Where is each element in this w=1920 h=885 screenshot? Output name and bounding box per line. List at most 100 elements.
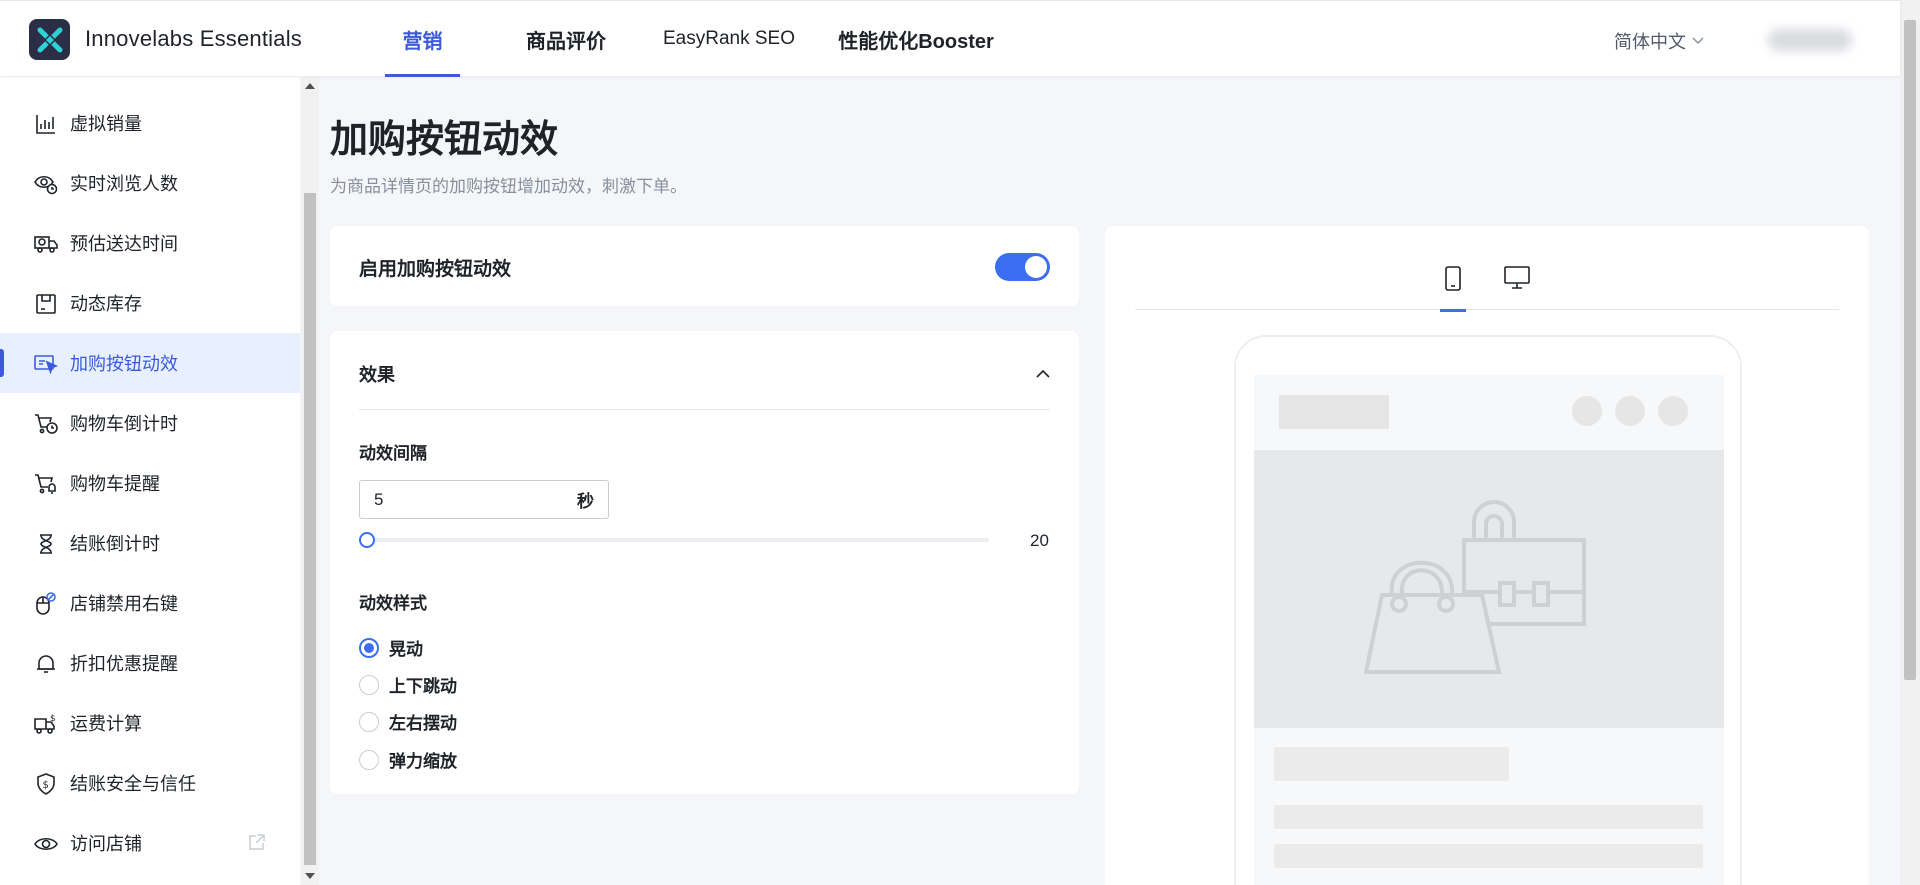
eye-icon [34, 832, 58, 856]
scrollbar-thumb[interactable] [304, 193, 316, 865]
bar-chart-icon [34, 112, 58, 136]
svg-text:$: $ [50, 714, 56, 724]
shield-dollar-icon: $ [34, 772, 58, 796]
sidebar-item-label: 购物车倒计时 [70, 414, 178, 434]
hourglass-icon [34, 532, 58, 556]
radio-button[interactable] [359, 637, 379, 658]
cart-clock-icon [34, 412, 58, 436]
mock-text-line [1274, 844, 1703, 868]
sidebar-scrollbar[interactable] [301, 77, 319, 885]
inventory-box-icon [34, 292, 58, 316]
mouse-block-icon [34, 592, 58, 616]
sidebar-item-delivery-time[interactable]: 预估送达时间 [0, 213, 300, 273]
sidebar-item-cart-reminder[interactable]: 购物车提醒 [0, 453, 300, 513]
sidebar-item-label: 动态库存 [70, 294, 142, 314]
divider [359, 409, 1050, 410]
tab-easyrank-seo[interactable]: EasyRank SEO [660, 1, 798, 77]
user-avatar[interactable] [1768, 29, 1852, 51]
interval-value: 5 [374, 489, 384, 509]
chevron-down-icon [1692, 37, 1704, 44]
external-link-icon[interactable] [248, 833, 266, 856]
style-label: 动效样式 [359, 594, 427, 613]
sidebar-item-cart-countdown[interactable]: 购物车倒计时 [0, 393, 300, 453]
truck-dollar-icon: $ [34, 712, 58, 736]
interval-input[interactable]: 5 秒 [359, 480, 609, 519]
x-logo-icon[interactable] [29, 19, 70, 60]
tab-product-reviews[interactable]: 商品评价 [502, 1, 630, 77]
page-title: 加购按钮动效 [330, 119, 559, 161]
language-label: 简体中文 [1614, 32, 1686, 52]
sidebar-item-virtual-sales[interactable]: 虚拟销量 [0, 93, 300, 153]
device-tabs [1135, 226, 1839, 312]
interval-label: 动效间隔 [359, 444, 427, 463]
bell-icon [34, 652, 58, 676]
enable-toggle[interactable] [995, 253, 1050, 281]
chevron-up-icon[interactable] [1036, 365, 1050, 383]
radio-button[interactable] [359, 674, 379, 695]
radio-label: 晃动 [389, 640, 423, 659]
mobile-icon [1445, 266, 1461, 291]
scroll-down-arrow-icon[interactable] [305, 873, 315, 879]
language-select[interactable]: 简体中文 [1614, 28, 1704, 54]
scroll-up-arrow-icon[interactable] [305, 83, 315, 89]
sidebar-item-live-viewers[interactable]: 实时浏览人数 [0, 153, 300, 213]
toggle-knob [1025, 256, 1047, 278]
interval-slider-track[interactable] [367, 538, 989, 542]
radio-button[interactable] [359, 711, 379, 732]
sidebar-item-checkout-countdown[interactable]: 结账倒计时 [0, 513, 300, 573]
eye-clock-icon [34, 172, 58, 196]
sidebar-item-dynamic-inventory[interactable]: 动态库存 [0, 273, 300, 333]
slider-max-label: 20 [1030, 531, 1049, 550]
mock-title-bar [1274, 747, 1509, 781]
radio-label: 上下跳动 [389, 677, 457, 696]
mobile-preview-tab[interactable] [1440, 266, 1466, 312]
sidebar-item-visit-store[interactable]: 访问店铺 [0, 813, 300, 873]
sidebar: 虚拟销量 实时浏览人数 预估送达时间 动态库存 加购按钮动效 购物车倒计时 购物… [0, 77, 300, 885]
sidebar-item-cart-button-animation[interactable]: 加购按钮动效 [0, 333, 300, 393]
cursor-button-icon [34, 352, 58, 376]
sidebar-item-label: 实时浏览人数 [70, 174, 178, 194]
radio-label: 左右摆动 [389, 714, 457, 733]
enable-label: 启用加购按钮动效 [359, 259, 512, 280]
shopping-bags-icon [1364, 500, 1586, 674]
phone-mockup [1234, 335, 1742, 885]
mock-product-image [1254, 450, 1724, 728]
interval-slider-handle[interactable] [359, 532, 375, 548]
radio-swing[interactable]: 左右摆动 [359, 709, 457, 734]
tab-booster[interactable]: 性能优化Booster [836, 1, 996, 77]
cart-bell-icon [34, 472, 58, 496]
preview-card [1105, 226, 1869, 885]
sidebar-item-label: 结账安全与信任 [70, 774, 196, 794]
sidebar-item-discount-reminder[interactable]: 折扣优惠提醒 [0, 633, 300, 693]
radio-elastic-scale[interactable]: 弹力缩放 [359, 747, 457, 772]
truck-clock-icon [34, 232, 58, 256]
sidebar-item-label: 店铺禁用右键 [70, 594, 178, 614]
mock-icon [1615, 396, 1645, 426]
page-scrollbar[interactable] [1900, 0, 1920, 885]
radio-label: 弹力缩放 [389, 752, 457, 771]
tab-marketing[interactable]: 营销 [385, 1, 460, 77]
sidebar-item-label: 加购按钮动效 [70, 354, 178, 374]
sidebar-item-checkout-trust[interactable]: $ 结账安全与信任 [0, 753, 300, 813]
radio-button[interactable] [359, 749, 379, 770]
mock-icon [1658, 396, 1688, 426]
sidebar-item-disable-right-click[interactable]: 店铺禁用右键 [0, 573, 300, 633]
sidebar-item-label: 虚拟销量 [70, 114, 142, 134]
mock-text-line [1274, 805, 1703, 829]
interval-unit: 秒 [577, 492, 594, 511]
enable-card: 启用加购按钮动效 [330, 226, 1079, 306]
effect-section-title: 效果 [359, 365, 395, 385]
sidebar-item-label: 访问店铺 [70, 834, 142, 854]
scrollbar-thumb[interactable] [1904, 20, 1916, 680]
sidebar-item-label: 折扣优惠提醒 [70, 654, 178, 674]
sidebar-item-label: 运费计算 [70, 714, 142, 734]
sidebar-item-shipping-calc[interactable]: $ 运费计算 [0, 693, 300, 753]
radio-bounce[interactable]: 上下跳动 [359, 672, 457, 697]
phone-screen [1254, 375, 1724, 885]
radio-shake[interactable]: 晃动 [359, 635, 423, 660]
sidebar-item-label: 预估送达时间 [70, 234, 178, 254]
main-nav: 营销 商品评价 EasyRank SEO 性能优化Booster [385, 1, 996, 77]
app-title: Innovelabs Essentials [85, 26, 302, 51]
top-bar: Innovelabs Essentials 营销 商品评价 EasyRank S… [0, 0, 1900, 77]
desktop-preview-tab[interactable] [1504, 266, 1530, 310]
